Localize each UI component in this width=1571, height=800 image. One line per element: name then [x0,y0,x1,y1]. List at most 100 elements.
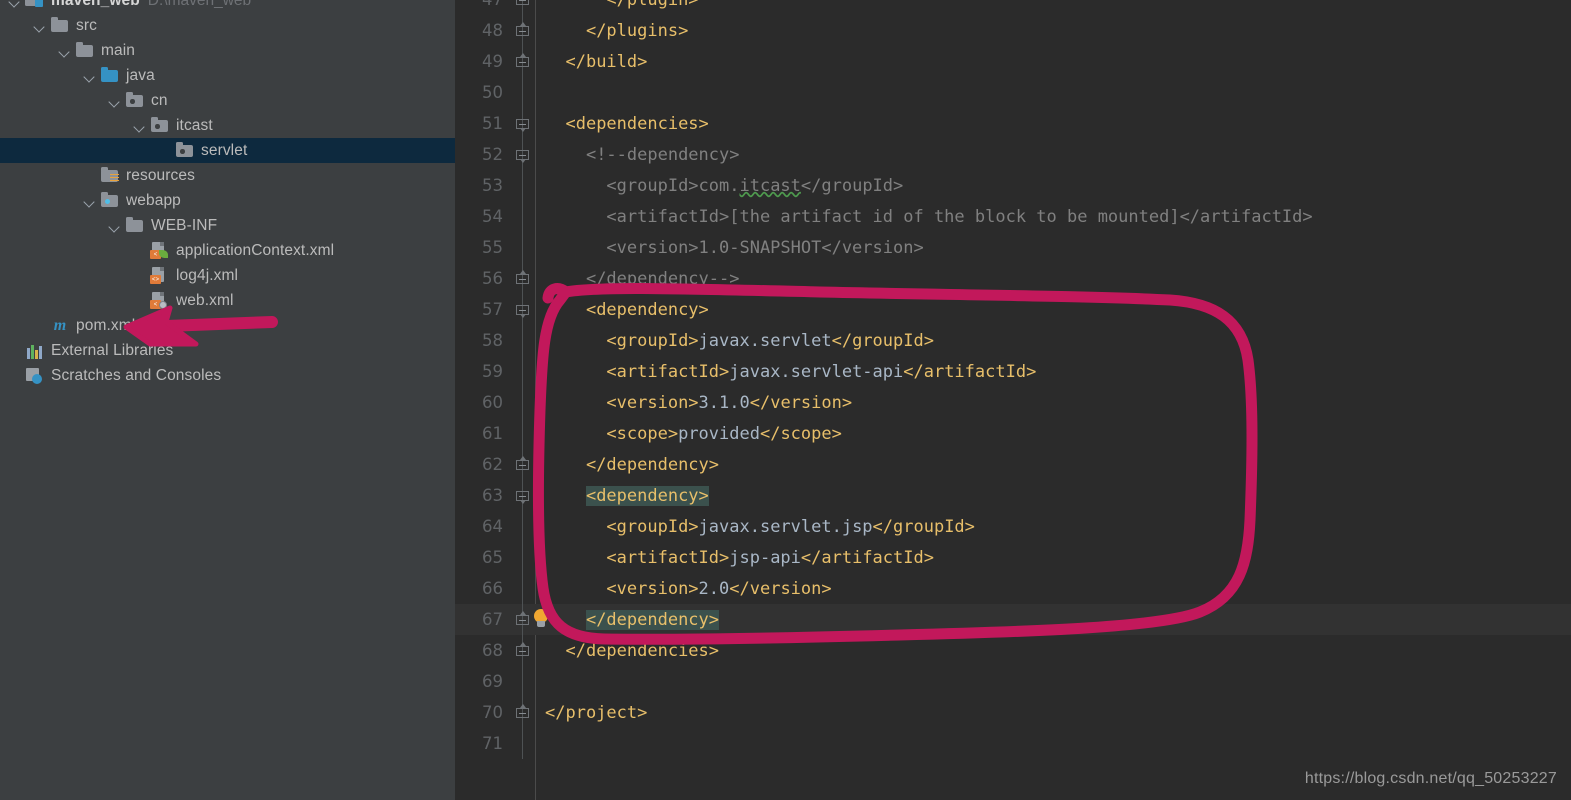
gutter-icons[interactable] [507,232,535,263]
fold-toggle-icon[interactable] [516,117,529,132]
tree-item-maven-web[interactable]: maven_web D:\maven_web [0,0,455,13]
gutter-icons[interactable] [507,325,535,356]
code-text[interactable]: <dependency> [535,300,1571,320]
code-line-62[interactable]: 62 </dependency> [455,449,1571,480]
gutter-icons[interactable] [507,15,535,46]
tree-item-log4j-xml[interactable]: <> log4j.xml [0,263,455,288]
tree-item-itcast[interactable]: itcast [0,113,455,138]
gutter-icons[interactable] [507,728,535,759]
chevron-down-icon[interactable] [83,69,97,83]
code-line-71[interactable]: 71 [455,728,1571,759]
code-area[interactable]: 47 </plugin>48 </plugins>49 </build>5051… [455,0,1571,759]
fold-toggle-icon[interactable] [516,53,529,68]
chevron-down-icon[interactable] [8,0,22,8]
code-text[interactable]: </plugins> [535,21,1571,41]
code-text[interactable]: <artifactId>[the artifact id of the bloc… [535,207,1571,227]
project-tool-window[interactable]: maven_web D:\maven_web src main java cn itcast… [0,0,455,800]
code-line-65[interactable]: 65 <artifactId>jsp-api</artifactId> [455,542,1571,573]
chevron-down-icon[interactable] [133,119,147,133]
fold-toggle-icon[interactable] [516,489,529,504]
code-text[interactable]: <groupId>javax.servlet</groupId> [535,331,1571,351]
code-line-54[interactable]: 54 <artifactId>[the artifact id of the b… [455,201,1571,232]
code-text[interactable]: <artifactId>javax.servlet-api</artifactI… [535,362,1571,382]
gutter-icons[interactable] [507,480,535,511]
code-text[interactable]: <version>2.0</version> [535,579,1571,599]
chevron-down-icon[interactable] [83,194,97,208]
code-text[interactable]: <!--dependency> [535,145,1571,165]
code-text[interactable]: </dependency> [535,609,1571,630]
code-line-52[interactable]: 52 <!--dependency> [455,139,1571,170]
code-line-48[interactable]: 48 </plugins> [455,15,1571,46]
gutter-icons[interactable] [507,46,535,77]
code-text[interactable]: </plugin> [535,0,1571,10]
code-line-55[interactable]: 55 <version>1.0-SNAPSHOT</version> [455,232,1571,263]
code-line-50[interactable]: 50 [455,77,1571,108]
tree-item-main[interactable]: main [0,38,455,63]
gutter-icons[interactable] [507,573,535,604]
code-text[interactable]: <groupId>com.itcast</groupId> [535,176,1571,196]
code-text[interactable]: <groupId>javax.servlet.jsp</groupId> [535,517,1571,537]
fold-toggle-icon[interactable] [516,270,529,285]
code-line-70[interactable]: 70 </project> [455,697,1571,728]
gutter-icons[interactable] [507,139,535,170]
tree-item-scratches-and-consoles[interactable]: Scratches and Consoles [0,363,455,388]
code-line-64[interactable]: 64 <groupId>javax.servlet.jsp</groupId> [455,511,1571,542]
code-text[interactable]: <version>3.1.0</version> [535,393,1571,413]
gutter-icons[interactable] [507,294,535,325]
code-line-49[interactable]: 49 </build> [455,46,1571,77]
code-line-69[interactable]: 69 [455,666,1571,697]
gutter-icons[interactable] [507,449,535,480]
code-text[interactable]: </project> [535,703,1571,723]
gutter-icons[interactable] [507,170,535,201]
project-tree[interactable]: maven_web D:\maven_web src main java cn itcast… [0,0,455,388]
tree-item-external-libraries[interactable]: External Libraries [0,338,455,363]
code-line-67[interactable]: 67 </dependency> [455,604,1571,635]
code-line-51[interactable]: 51 <dependencies> [455,108,1571,139]
gutter-icons[interactable] [507,0,535,15]
gutter-icons[interactable] [507,108,535,139]
fold-toggle-icon[interactable] [516,704,529,719]
tree-item-pom-xml[interactable]: m pom.xml [0,313,455,338]
tree-item-applicationcontext-xml[interactable]: < applicationContext.xml [0,238,455,263]
code-text[interactable]: </build> [535,52,1571,72]
gutter-icons[interactable] [507,201,535,232]
code-text[interactable]: <version>1.0-SNAPSHOT</version> [535,238,1571,258]
tree-item-java[interactable]: java [0,63,455,88]
fold-toggle-icon[interactable] [516,642,529,657]
chevron-down-icon[interactable] [58,44,72,58]
fold-toggle-icon[interactable] [516,303,529,318]
chevron-down-icon[interactable] [108,94,122,108]
chevron-down-icon[interactable] [108,219,122,233]
gutter-icons[interactable] [507,697,535,728]
fold-toggle-icon[interactable] [516,22,529,37]
tree-item-cn[interactable]: cn [0,88,455,113]
code-text[interactable]: <artifactId>jsp-api</artifactId> [535,548,1571,568]
gutter-icons[interactable] [507,356,535,387]
code-line-57[interactable]: 57 <dependency> [455,294,1571,325]
code-line-61[interactable]: 61 <scope>provided</scope> [455,418,1571,449]
code-line-53[interactable]: 53 <groupId>com.itcast</groupId> [455,170,1571,201]
gutter-icons[interactable] [507,387,535,418]
code-line-66[interactable]: 66 <version>2.0</version> [455,573,1571,604]
code-text[interactable]: <dependency> [535,485,1571,506]
fold-toggle-icon[interactable] [516,456,529,471]
code-line-58[interactable]: 58 <groupId>javax.servlet</groupId> [455,325,1571,356]
code-line-63[interactable]: 63 <dependency> [455,480,1571,511]
code-line-47[interactable]: 47 </plugin> [455,0,1571,15]
chevron-down-icon[interactable] [33,19,47,33]
fold-toggle-icon[interactable] [516,611,529,626]
code-editor[interactable]: 47 </plugin>48 </plugins>49 </build>5051… [455,0,1571,800]
intention-lightbulb-icon[interactable] [533,609,549,629]
gutter-icons[interactable] [507,263,535,294]
gutter-icons[interactable] [507,77,535,108]
tree-item-web-xml[interactable]: < web.xml [0,288,455,313]
tree-item-resources[interactable]: resources [0,163,455,188]
tree-item-webapp[interactable]: webapp [0,188,455,213]
gutter-icons[interactable] [507,511,535,542]
gutter-icons[interactable] [507,666,535,697]
code-line-59[interactable]: 59 <artifactId>javax.servlet-api</artifa… [455,356,1571,387]
fold-toggle-icon[interactable] [516,148,529,163]
code-text[interactable]: </dependencies> [535,641,1571,661]
code-text[interactable]: <dependencies> [535,114,1571,134]
tree-item-src[interactable]: src [0,13,455,38]
